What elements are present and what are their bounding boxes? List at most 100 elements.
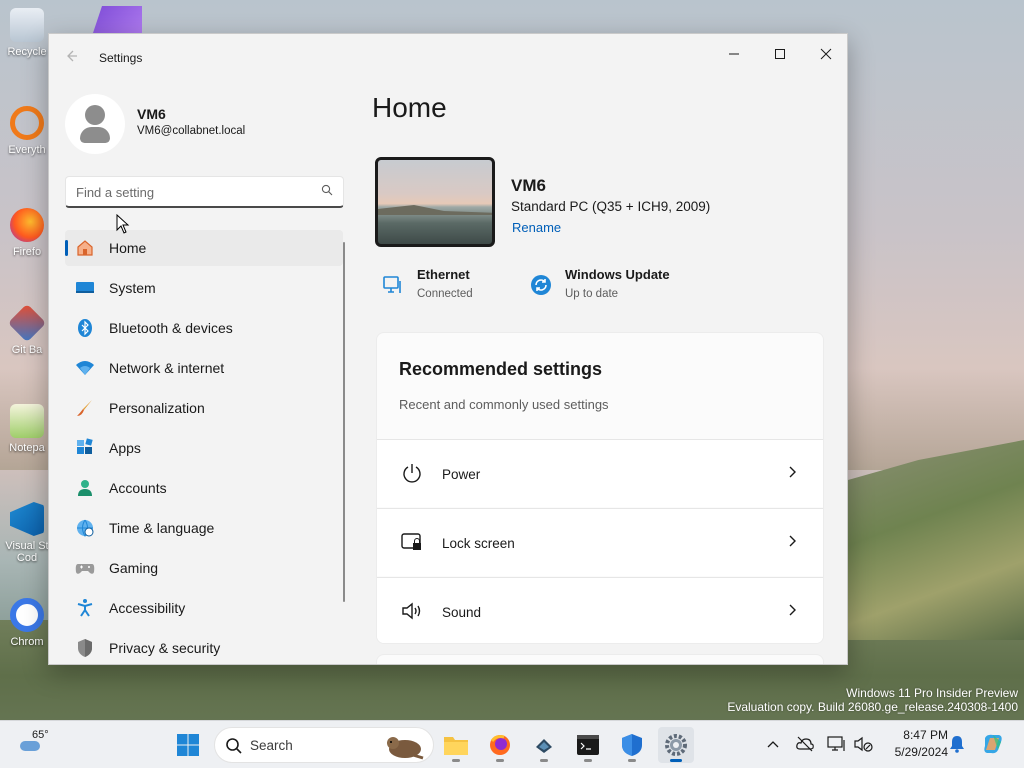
rename-link[interactable]: Rename <box>512 220 561 235</box>
back-button[interactable] <box>63 48 83 68</box>
taskbar-search[interactable]: Search <box>214 727 434 763</box>
find-setting-search[interactable] <box>65 176 344 208</box>
chevron-up-icon <box>767 741 779 748</box>
brush-icon <box>77 400 92 416</box>
search-input[interactable] <box>76 183 306 201</box>
windows-update-title: Windows Update <box>565 267 670 282</box>
taskbar-defender[interactable] <box>614 727 650 763</box>
recommended-item-label: Lock screen <box>442 536 515 551</box>
nav-item-label: Network & internet <box>109 360 225 376</box>
chevron-right-icon <box>789 466 796 478</box>
nav-item-privacy-security[interactable]: Privacy & security <box>65 630 343 664</box>
settings-sidebar: VM6 VM6@collabnet.local Home System Blue… <box>49 82 359 664</box>
notifications-button[interactable] <box>946 733 968 755</box>
taskbar-clock[interactable]: 8:47 PM 5/29/2024 <box>878 727 948 761</box>
sidebar-scrollbar[interactable] <box>343 242 345 602</box>
copilot-button[interactable] <box>980 731 1006 757</box>
nav-item-label: Home <box>109 240 147 256</box>
recommended-item-sound[interactable]: Sound <box>377 577 823 643</box>
title-bar[interactable]: Settings <box>49 34 847 82</box>
recommended-item-lock-screen[interactable]: Lock screen <box>377 508 823 576</box>
desktop-icon-vscode[interactable]: Visual St Cod <box>4 502 50 564</box>
taskbar-remote-app[interactable] <box>526 727 562 763</box>
recycle-bin-icon <box>10 8 44 42</box>
running-indicator <box>452 759 460 762</box>
taskbar-settings[interactable] <box>658 727 694 763</box>
nav-item-personalization[interactable]: Personalization <box>65 390 343 426</box>
speaker-muted-icon <box>854 736 873 752</box>
recommended-item-power[interactable]: Power <box>377 439 823 507</box>
gear-icon <box>665 734 687 756</box>
evaluation-watermark: Windows 11 Pro Insider Preview Evaluatio… <box>727 686 1018 714</box>
running-indicator <box>496 759 504 762</box>
tray-volume[interactable] <box>852 733 874 755</box>
nav-item-gaming[interactable]: Gaming <box>65 550 343 586</box>
ethernet-status[interactable]: Ethernet Connected <box>381 267 501 307</box>
windows-logo-icon <box>177 734 199 756</box>
tray-network[interactable] <box>826 733 848 755</box>
shield-icon <box>78 639 92 657</box>
maximize-button[interactable] <box>757 40 803 68</box>
lock-screen-icon <box>401 533 421 550</box>
accessibility-icon <box>77 599 93 617</box>
recommended-item-label: Sound <box>442 605 482 620</box>
nav-item-label: Apps <box>109 440 141 456</box>
minimize-button[interactable] <box>711 40 757 68</box>
windows-update-status[interactable]: Windows Update Up to date <box>529 267 689 307</box>
desktop-icon-firefox[interactable]: Firefo <box>4 208 50 258</box>
nav-item-label: Accounts <box>109 480 167 496</box>
settings-nav: Home System Bluetooth & devices Network … <box>65 230 343 664</box>
nav-item-system[interactable]: System <box>65 270 343 306</box>
speaker-icon <box>402 602 421 620</box>
start-button[interactable] <box>170 727 206 763</box>
pc-spec: Standard PC (Q35 + ICH9, 2009) <box>511 199 711 214</box>
watermark-line: Windows 11 Pro Insider Preview <box>846 686 1018 700</box>
visual-studio-desktop-icon[interactable] <box>92 6 142 36</box>
nav-item-time-language[interactable]: Time & language <box>65 510 343 546</box>
recommended-settings-card: Recommended settings Recent and commonly… <box>376 332 824 644</box>
nav-item-label: Personalization <box>109 400 205 416</box>
nav-item-home[interactable]: Home <box>65 230 343 266</box>
recommended-title: Recommended settings <box>399 359 603 379</box>
globe-clock-icon <box>77 519 94 537</box>
nav-item-accounts[interactable]: Accounts <box>65 470 343 506</box>
taskbar-file-explorer[interactable] <box>438 727 474 763</box>
recommended-item-label: Power <box>442 467 481 482</box>
firefox-icon <box>490 735 510 755</box>
taskbar-terminal[interactable] <box>570 727 606 763</box>
nav-item-label: Gaming <box>109 560 159 576</box>
cloud-offline-icon <box>796 736 814 752</box>
nav-item-apps[interactable]: Apps <box>65 430 343 466</box>
desktop-icon-chrome[interactable]: Chrom <box>4 598 50 648</box>
search-icon[interactable] <box>321 184 333 196</box>
chevron-right-icon <box>789 604 796 616</box>
desktop-icon-notepadpp[interactable]: Notepa <box>4 404 50 454</box>
taskbar-firefox[interactable] <box>482 727 518 763</box>
weather-widget[interactable]: 65° <box>18 729 58 761</box>
network-monitor-icon <box>827 736 845 751</box>
desktop-icon-label: Notepa <box>9 442 45 454</box>
tray-overflow-button[interactable] <box>762 733 784 755</box>
windows-update-icon <box>531 275 551 295</box>
desktop-icon-label: Visual St Cod <box>5 540 49 564</box>
nav-item-accessibility[interactable]: Accessibility <box>65 590 343 626</box>
nav-item-label: Privacy & security <box>109 640 221 656</box>
chevron-right-icon <box>789 535 796 547</box>
next-card-edge <box>376 654 824 664</box>
page-title: Home <box>372 92 447 123</box>
user-avatar[interactable] <box>65 94 125 154</box>
search-highlight-otter-icon <box>387 737 424 760</box>
home-icon <box>77 240 93 256</box>
running-indicator <box>584 759 592 762</box>
tray-cloud[interactable] <box>794 733 816 755</box>
desktop-icon-everything[interactable]: Everyth <box>4 106 50 156</box>
nav-item-label: System <box>109 280 156 296</box>
desktop-icon-label: Firefo <box>12 246 42 258</box>
active-indicator <box>65 240 68 256</box>
nav-item-bluetooth[interactable]: Bluetooth & devices <box>65 310 343 346</box>
nav-item-network[interactable]: Network & internet <box>65 350 343 386</box>
weather-temperature: 65° <box>32 729 49 741</box>
close-button[interactable] <box>803 40 847 68</box>
desktop-icon-git-bash[interactable]: Git Ba <box>4 303 50 356</box>
desktop-icon-recycle-bin[interactable]: Recycle <box>4 8 50 58</box>
